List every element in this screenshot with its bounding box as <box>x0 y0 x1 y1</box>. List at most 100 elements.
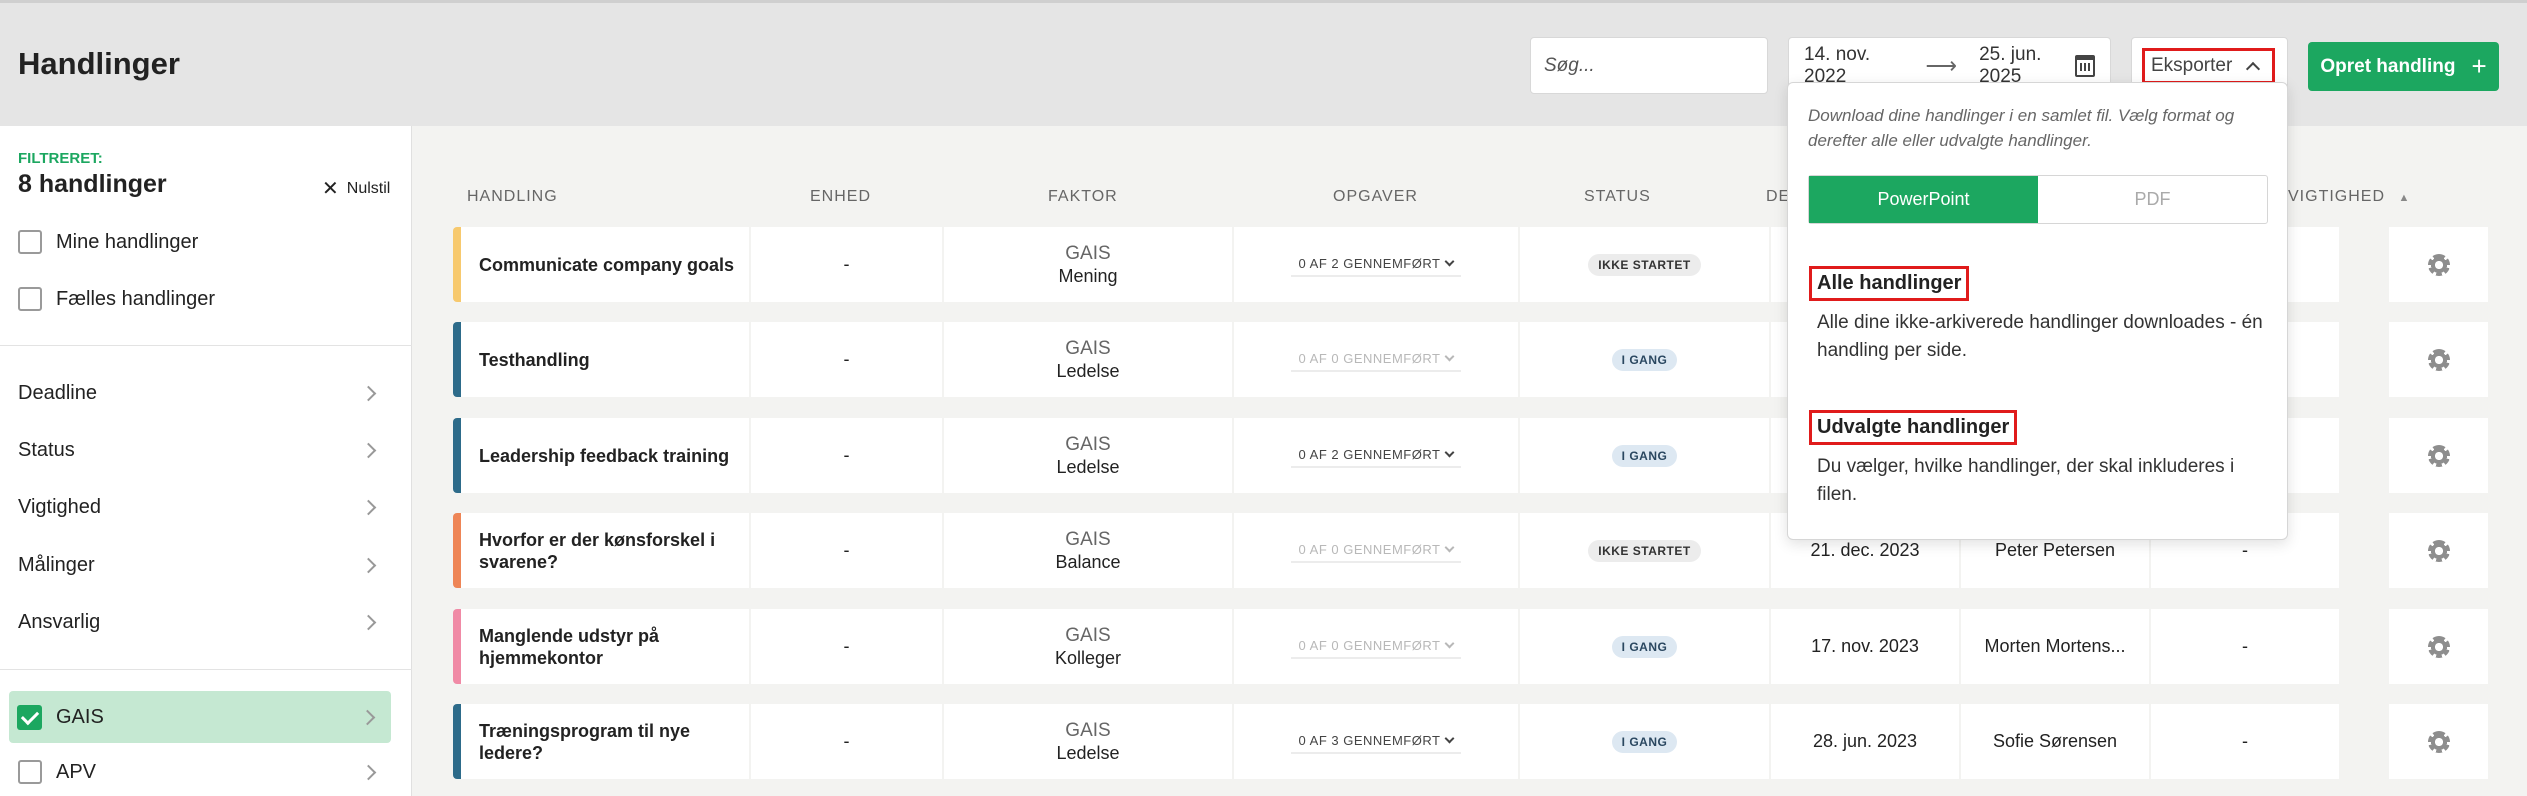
export-all-option[interactable]: Alle handlinger <box>1809 266 1970 301</box>
arrow-right-icon: ⟶ <box>1925 52 1958 78</box>
tasks-label: 0 AF 0 GENNEMFØRT <box>1298 542 1441 557</box>
action-title[interactable]: Testhandling <box>461 322 749 397</box>
chevron-up-icon <box>2245 61 2261 77</box>
filter-label: Deadline <box>18 382 97 404</box>
date-from: 14. nov. 2022 <box>1804 43 1871 87</box>
owner-cell: Morten Mortens... <box>1961 609 2149 684</box>
filter-owner[interactable]: Ansvarlig <box>18 611 377 634</box>
gear-icon[interactable] <box>2427 539 2450 562</box>
gear-icon[interactable] <box>2427 348 2450 371</box>
tasks-dropdown[interactable]: 0 AF 2 GENNEMFØRT <box>1290 443 1462 468</box>
unit-cell: - <box>751 704 942 779</box>
chevron-right-icon <box>360 499 377 516</box>
checkbox-icon[interactable] <box>18 287 42 311</box>
filter-deadline[interactable]: Deadline <box>18 382 377 405</box>
checkbox-icon[interactable] <box>18 760 42 784</box>
divider <box>0 669 412 670</box>
action-title[interactable]: Manglende udstyr på hjemmekontor <box>461 609 749 684</box>
sort-asc-icon: ▲ <box>2398 192 2411 204</box>
divider <box>0 345 412 346</box>
filter-measurements[interactable]: Målinger <box>18 554 377 577</box>
reset-filters-button[interactable]: ✕ Nulstil <box>322 176 390 201</box>
tasks-dropdown[interactable]: 0 AF 3 GENNEMFØRT <box>1290 729 1462 754</box>
tasks-dropdown[interactable]: 0 AF 0 GENNEMFØRT <box>1290 538 1462 563</box>
tasks-cell: 0 AF 0 GENNEMFØRT <box>1234 609 1518 684</box>
tasks-dropdown[interactable]: 0 AF 2 GENNEMFØRT <box>1290 252 1462 277</box>
status-badge: I GANG <box>1611 348 1678 371</box>
gear-icon[interactable] <box>2427 635 2450 658</box>
status-badge: IKKE STARTET <box>1588 253 1701 276</box>
search-input[interactable] <box>1530 37 1768 94</box>
action-title[interactable]: Leadership feedback training <box>461 418 749 493</box>
chevron-right-icon <box>360 442 377 459</box>
group-label: APV <box>56 760 97 783</box>
column-header-factor[interactable]: FAKTOR <box>1048 188 1118 206</box>
table-row[interactable]: Træningsprogram til nye ledere? - GAIS Lede… <box>453 704 2488 779</box>
checkbox-checked-icon[interactable] <box>17 704 42 730</box>
status-badge: I GANG <box>1611 444 1678 467</box>
checkbox-label: Fælles handlinger <box>56 287 215 310</box>
export-button-highlight[interactable]: Eksporter <box>2142 48 2275 84</box>
format-pdf[interactable]: PDF <box>2038 176 2267 223</box>
deadline-cell: 17. nov. 2023 <box>1771 609 1959 684</box>
action-title[interactable]: Hvorfor er der kønsforskel i svarene? <box>461 513 749 588</box>
group-apv[interactable]: APV <box>18 760 377 784</box>
checkbox-shared-actions[interactable]: Fælles handlinger <box>18 287 215 311</box>
factor-cell: GAIS Ledelse <box>944 322 1232 397</box>
column-header-unit[interactable]: ENHED <box>810 188 871 206</box>
factor-group: GAIS <box>1065 624 1111 646</box>
table-row[interactable]: Manglende udstyr på hjemmekontor - GAIS Kol… <box>453 609 2488 684</box>
factor-group: GAIS <box>1065 528 1111 550</box>
action-title[interactable]: Communicate company goals <box>461 227 749 302</box>
status-cell: IKKE STARTET <box>1520 513 1769 588</box>
checkbox-icon[interactable] <box>18 230 42 254</box>
group-gais[interactable]: GAIS <box>9 691 391 743</box>
calendar-icon[interactable] <box>2075 54 2095 77</box>
date-to: 25. jun. 2025 <box>1979 43 2042 87</box>
gear-icon[interactable] <box>2427 253 2450 276</box>
unit-cell: - <box>751 227 942 302</box>
tasks-label: 0 AF 2 GENNEMFØRT <box>1298 256 1441 271</box>
factor: GAIS Balance <box>1055 528 1120 574</box>
chevron-down-icon <box>1445 638 1455 649</box>
status-cell: I GANG <box>1520 418 1769 493</box>
deadline-cell: 28. jun. 2023 <box>1771 704 1959 779</box>
factor-name: Ledelse <box>1056 742 1120 763</box>
chevron-down-icon <box>1445 447 1455 458</box>
factor-name: Mening <box>1058 265 1118 286</box>
factor-cell: GAIS Ledelse <box>944 418 1232 493</box>
export-description: Download dine handlinger i en samlet fil… <box>1808 106 2235 150</box>
gear-icon[interactable] <box>2427 730 2450 753</box>
column-header-tasks[interactable]: OPGAVER <box>1333 188 1418 206</box>
column-header-status[interactable]: STATUS <box>1584 188 1651 206</box>
gear-icon[interactable] <box>2427 444 2450 467</box>
column-header-importance[interactable]: VIGTIGHED ▲ <box>2288 188 2410 206</box>
export-selected-option[interactable]: Udvalgte handlinger <box>1809 410 2018 445</box>
settings-cell <box>2389 227 2488 302</box>
tasks-cell: 0 AF 2 GENNEMFØRT <box>1234 227 1518 302</box>
create-action-button[interactable]: Opret handling + <box>2308 42 2499 91</box>
tasks-label: 0 AF 0 GENNEMFØRT <box>1298 351 1441 366</box>
factor-name: Balance <box>1055 551 1121 572</box>
row-color-bar <box>453 418 461 493</box>
tasks-cell: 0 AF 0 GENNEMFØRT <box>1234 322 1518 397</box>
settings-cell <box>2389 704 2488 779</box>
settings-cell <box>2389 513 2488 588</box>
importance-cell: - <box>2151 704 2339 779</box>
status-badge: IKKE STARTET <box>1588 539 1701 562</box>
factor: GAIS Ledelse <box>1056 719 1119 765</box>
factor-name: Ledelse <box>1056 360 1120 381</box>
status-cell: I GANG <box>1520 704 1769 779</box>
filter-importance[interactable]: Vigtighed <box>18 496 377 519</box>
export-dropdown: Download dine handlinger i en samlet fil… <box>1787 82 2288 540</box>
checkbox-my-actions[interactable]: Mine handlinger <box>18 230 198 254</box>
tasks-dropdown[interactable]: 0 AF 0 GENNEMFØRT <box>1290 634 1462 659</box>
factor-name: Ledelse <box>1056 456 1120 477</box>
format-powerpoint[interactable]: PowerPoint <box>1809 176 2038 223</box>
column-header-action[interactable]: HANDLING <box>467 188 558 206</box>
action-title[interactable]: Træningsprogram til nye ledere? <box>461 704 749 779</box>
tasks-dropdown[interactable]: 0 AF 0 GENNEMFØRT <box>1290 347 1462 372</box>
row-color-bar <box>453 609 461 684</box>
chevron-down-icon <box>1445 351 1455 362</box>
filter-status[interactable]: Status <box>18 439 377 462</box>
